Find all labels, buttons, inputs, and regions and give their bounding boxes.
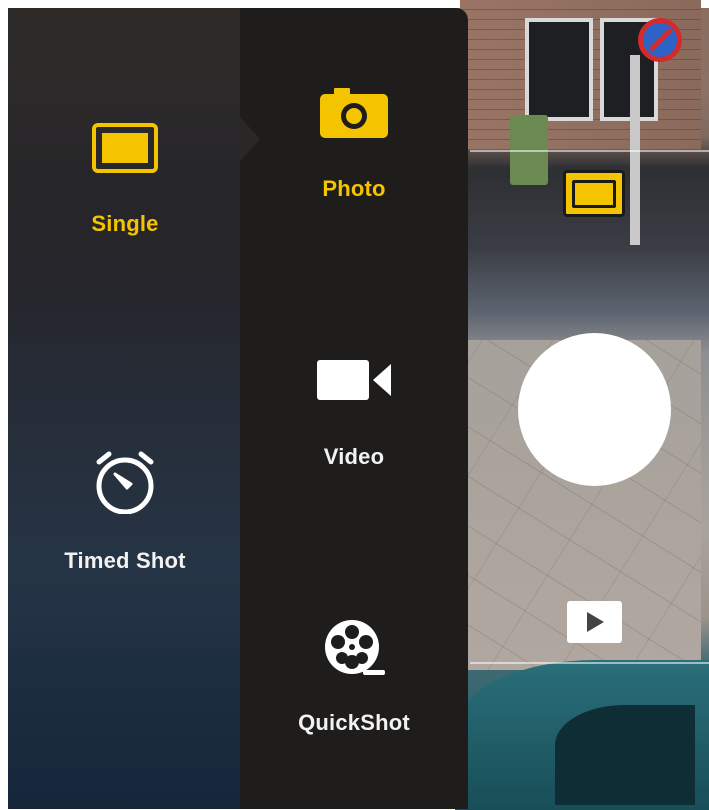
submode-photo[interactable]: Photo: [304, 88, 404, 202]
submode-video[interactable]: Video: [304, 358, 404, 470]
timer-icon: [96, 451, 154, 514]
play-icon: [586, 612, 604, 632]
grid-line-bottom: [470, 662, 709, 664]
submode-video-label: Video: [323, 444, 385, 469]
grid-line-top: [470, 150, 709, 152]
mode-timed-shot[interactable]: Timed Shot: [55, 450, 195, 574]
camera-icon: [320, 88, 388, 138]
scene-road-sign: [638, 18, 682, 62]
scene-car-window: [555, 705, 695, 805]
selection-caret: [240, 117, 260, 161]
submode-quickshot[interactable]: QuickShot: [294, 618, 414, 736]
video-camera-icon: [317, 360, 391, 400]
shutter-button[interactable]: [518, 333, 671, 486]
single-frame-icon: [572, 179, 616, 208]
single-frame-icon: [92, 123, 158, 173]
submode-quickshot-label: QuickShot: [298, 710, 410, 735]
current-mode-indicator[interactable]: [563, 170, 625, 217]
mode-single-label: Single: [91, 211, 159, 236]
mode-single[interactable]: Single: [75, 123, 175, 237]
scene-window: [525, 18, 593, 121]
mode-timed-shot-label: Timed Shot: [64, 548, 186, 573]
submode-photo-label: Photo: [322, 176, 386, 201]
film-reel-icon: [325, 620, 385, 675]
playback-button[interactable]: [567, 601, 622, 643]
